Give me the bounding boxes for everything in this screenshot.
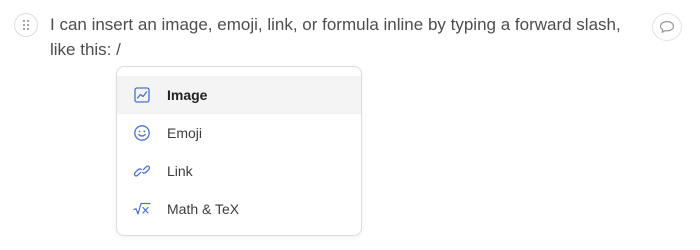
menu-item-math-tex[interactable]: Math & TeX [117,190,361,228]
menu-item-link[interactable]: Link [117,152,361,190]
add-comment-button[interactable] [652,13,682,41]
menu-item-label: Emoji [167,125,203,141]
editor-paragraph[interactable]: I can insert an image, emoji, link, or f… [50,12,640,62]
menu-item-image[interactable]: Image [117,76,361,114]
math-icon [133,200,151,218]
menu-item-label: Image [167,87,208,103]
link-icon [133,162,151,180]
drag-handle[interactable] [14,13,38,37]
menu-item-label: Link [167,163,193,179]
emoji-icon [133,124,151,142]
comment-icon [659,20,675,33]
menu-item-emoji[interactable]: Emoji [117,114,361,152]
slash-command-menu: Image Emoji Link Math & TeX [116,66,362,236]
drag-handle-icon [23,20,29,30]
image-icon [133,86,151,104]
menu-item-label: Math & TeX [167,201,240,217]
